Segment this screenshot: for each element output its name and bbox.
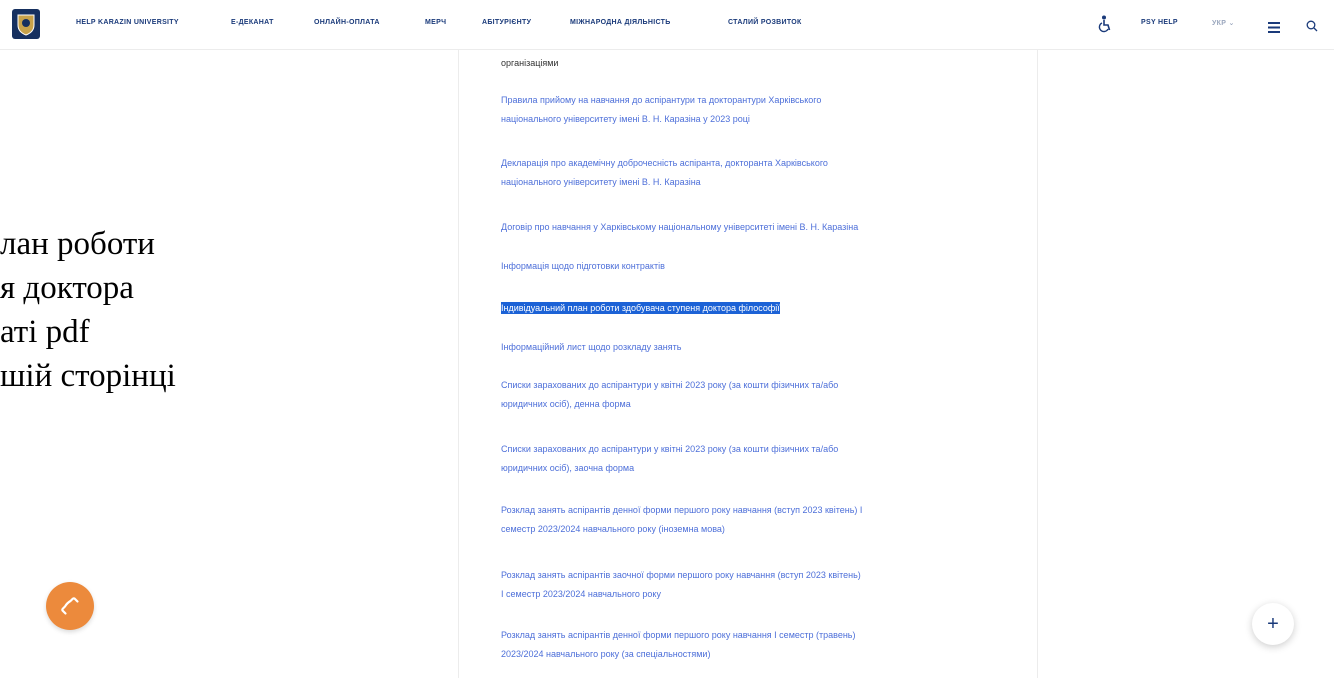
top-navigation-bar: HELP KARAZIN UNIVERSITY E-ДЕКАНАТ ОНЛАЙН…	[0, 0, 1334, 50]
link-line: національного університету імені В. Н. К…	[501, 177, 701, 187]
link-line: юридичних осіб), заочна форма	[501, 463, 635, 473]
link-schedule-part-time[interactable]: Розклад занять аспірантів заочної форми …	[501, 566, 1021, 604]
university-logo[interactable]	[12, 9, 40, 39]
link-line: Розклад занять аспірантів денної форми п…	[501, 630, 856, 640]
link-schedule-info-letter[interactable]: Інформаційний лист щодо розкладу занять	[501, 338, 1021, 357]
link-schedule-full-time-specialties[interactable]: Розклад занять аспірантів денної форми п…	[501, 626, 1021, 664]
psy-help-link[interactable]: PSY HELP	[1141, 19, 1178, 26]
nav-applicants[interactable]: АБІТУРІЄНТУ	[482, 19, 531, 26]
nav-merch[interactable]: МЕРЧ	[425, 19, 446, 26]
link-line: юридичних осіб), денна форма	[501, 399, 631, 409]
link-line: Розклад занять аспірантів заочної форми …	[501, 570, 861, 580]
overlay-line: я доктора	[0, 270, 134, 306]
overlay-line: аті pdf	[0, 314, 90, 350]
link-line: Розклад занять аспірантів денної форми п…	[501, 505, 863, 515]
intro-text: організаціями	[501, 58, 559, 68]
link-study-agreement[interactable]: Договір про навчання у Харківському наці…	[501, 218, 1021, 237]
link-line: Правила прийому на навчання до аспіранту…	[501, 95, 822, 105]
link-line: семестр 2023/2024 навчального року (іноз…	[501, 524, 725, 534]
slide-overlay-text: лан роботи я доктора аті pdf шій сторінц…	[0, 222, 176, 398]
phone-icon	[61, 597, 79, 615]
link-line: Декларація про академічну доброчесність …	[501, 158, 828, 168]
overlay-line: шій сторінці	[0, 358, 176, 394]
link-schedule-full-time-foreign-language[interactable]: Розклад занять аспірантів денної форми п…	[501, 501, 1021, 539]
overlay-line: лан роботи	[0, 226, 155, 262]
nav-sustainable-development[interactable]: СТАЛИЙ РОЗВИТОК	[728, 19, 802, 26]
link-line: 2023/2024 навчального року (за спеціальн…	[501, 649, 711, 659]
nav-online-payment[interactable]: ОНЛАЙН-ОПЛАТА	[314, 19, 380, 26]
link-line: Інформаційний лист щодо розкладу занять	[501, 342, 682, 352]
link-line: І семестр 2023/2024 навчального року	[501, 589, 661, 599]
link-line: Індивідуальний план роботи здобувача сту…	[501, 299, 1021, 318]
add-floating-button[interactable]: +	[1252, 603, 1294, 645]
crest-icon	[17, 14, 35, 36]
selected-text: Індивідуальний план роботи здобувача сту…	[501, 302, 780, 314]
link-line: Інформація щодо підготовки контрактів	[501, 261, 665, 271]
link-admission-rules[interactable]: Правила прийому на навчання до аспіранту…	[501, 91, 1021, 129]
nav-e-deanery[interactable]: E-ДЕКАНАТ	[231, 19, 274, 26]
link-academic-integrity-declaration[interactable]: Декларація про академічну доброчесність …	[501, 154, 1021, 192]
link-line: Договір про навчання у Харківському наці…	[501, 222, 859, 232]
search-icon[interactable]	[1306, 19, 1318, 37]
link-enrolled-part-time[interactable]: Списки зарахованих до аспірантури у квіт…	[501, 440, 1021, 478]
documents-column: організаціями Правила прийому на навчанн…	[458, 50, 1038, 678]
link-line: національного університету імені В. Н. К…	[501, 114, 750, 124]
nav-help-karazin[interactable]: HELP KARAZIN UNIVERSITY	[76, 19, 179, 26]
menu-icon[interactable]	[1268, 20, 1280, 38]
phone-call-button[interactable]	[46, 582, 94, 630]
link-enrolled-full-time[interactable]: Списки зарахованих до аспірантури у квіт…	[501, 376, 1021, 414]
nav-international[interactable]: МІЖНАРОДНА ДІЯЛЬНІСТЬ	[570, 19, 671, 26]
link-individual-plan[interactable]: Індивідуальний план роботи здобувача сту…	[501, 299, 1021, 318]
accessibility-icon[interactable]	[1098, 15, 1112, 38]
language-selector[interactable]: УКР ⌄	[1212, 19, 1235, 27]
link-line: Списки зарахованих до аспірантури у квіт…	[501, 380, 839, 390]
link-contracts-info[interactable]: Інформація щодо підготовки контрактів	[501, 257, 1021, 276]
link-line: Списки зарахованих до аспірантури у квіт…	[501, 444, 839, 454]
